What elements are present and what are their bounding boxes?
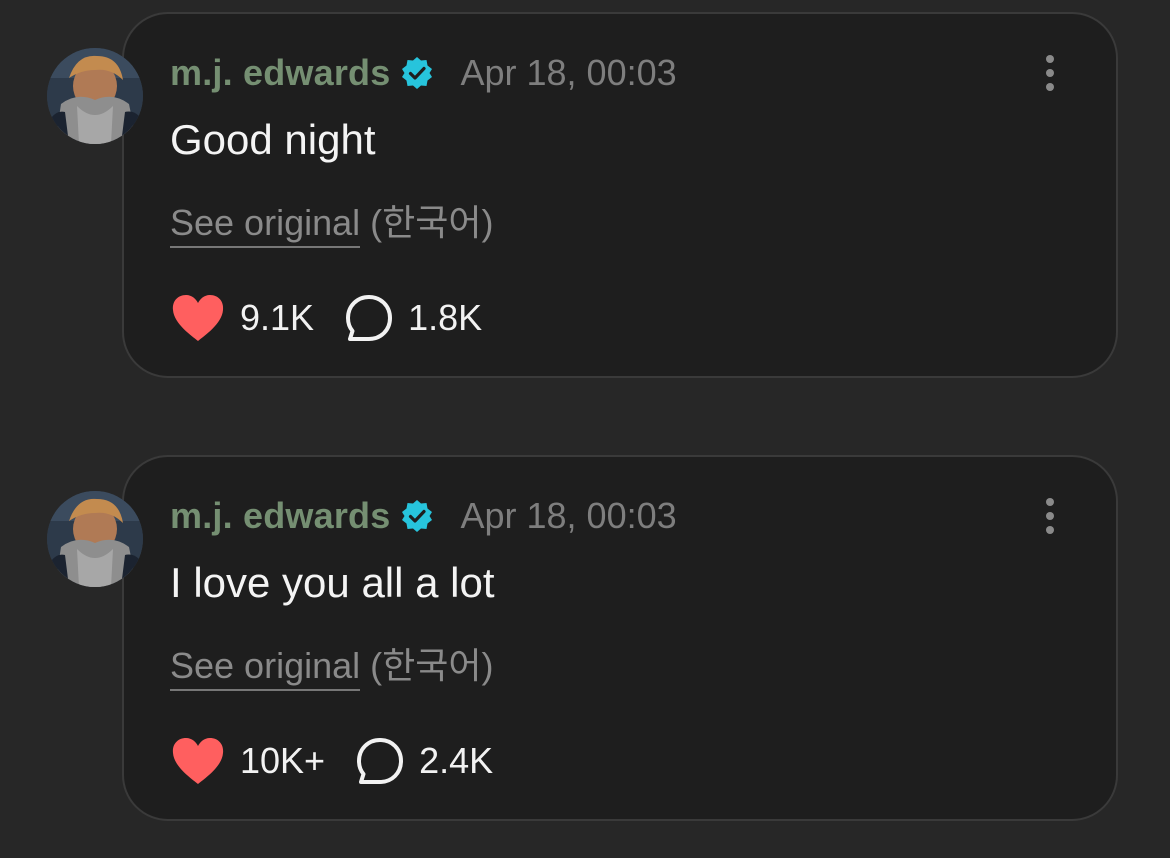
avatar[interactable]	[47, 491, 143, 587]
timestamp: Apr 18, 00:03	[460, 52, 677, 93]
post-text: Good night	[170, 116, 376, 163]
verified-badge-icon	[400, 499, 434, 533]
like-button[interactable]: 9.1K	[170, 293, 314, 343]
post-card: m.j. edwards Apr 18, 00:03 I love you al…	[0, 443, 1170, 823]
post-text: I love you all a lot	[170, 559, 495, 606]
original-language: (한국어)	[370, 645, 494, 686]
post-actions: 10K+ 2.4K	[170, 735, 493, 787]
avatar[interactable]	[47, 48, 143, 144]
like-count: 9.1K	[240, 297, 315, 338]
reply-bubble-icon	[357, 738, 404, 784]
author-name[interactable]: m.j. edwards	[170, 52, 390, 94]
heart-icon	[172, 295, 224, 341]
see-original-link[interactable]: See original	[170, 645, 361, 691]
post-card: m.j. edwards Apr 18, 00:03 Good night Se…	[0, 0, 1170, 380]
timestamp: Apr 18, 00:03	[460, 495, 677, 536]
see-original-link[interactable]: See original	[170, 202, 361, 248]
reply-count: 2.4K	[419, 740, 494, 781]
author-name[interactable]: m.j. edwards	[170, 495, 390, 537]
like-count: 10K+	[240, 740, 326, 781]
see-original-row: See original (한국어)	[170, 637, 494, 691]
reply-bubble-icon	[346, 295, 393, 341]
post-header: m.j. edwards Apr 18, 00:03	[170, 493, 677, 539]
more-options-icon[interactable]	[1040, 54, 1060, 94]
post-actions: 9.1K 1.8K	[170, 292, 482, 344]
heart-icon	[172, 738, 224, 784]
verified-badge-icon	[400, 56, 434, 90]
reply-button[interactable]: 1.8K	[314, 293, 482, 343]
reply-count: 1.8K	[408, 297, 483, 338]
post-header: m.j. edwards Apr 18, 00:03	[170, 50, 677, 96]
more-options-icon[interactable]	[1040, 497, 1060, 537]
see-original-row: See original (한국어)	[170, 194, 494, 248]
like-button[interactable]: 10K+	[170, 736, 325, 786]
reply-button[interactable]: 2.4K	[325, 736, 493, 786]
original-language: (한국어)	[370, 202, 494, 243]
